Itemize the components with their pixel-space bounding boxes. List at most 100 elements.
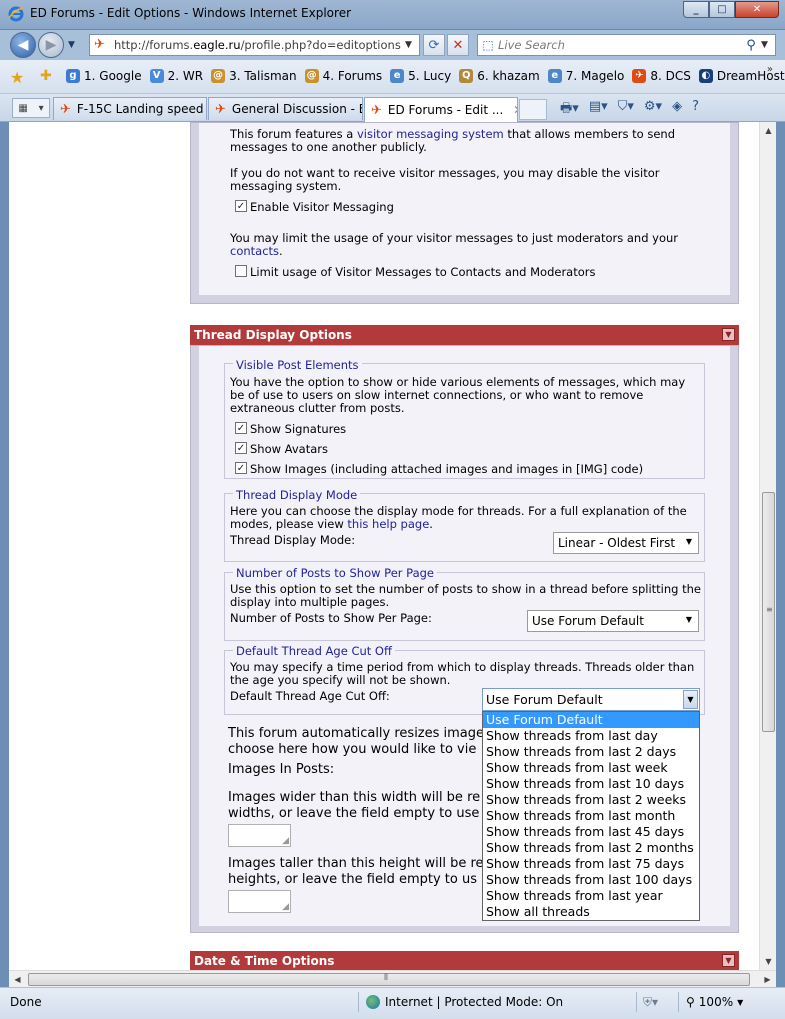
internet-explorer-icon: [8, 6, 24, 22]
search-box[interactable]: ⬚ Live Search ⚲ ▼: [477, 34, 776, 56]
favorite-label: 2. WR: [167, 69, 204, 83]
visible-post-elements-legend: Visible Post Elements: [233, 358, 362, 372]
thread-display-mode-select[interactable]: Linear - Oldest First ▼: [553, 532, 699, 554]
help-page-link[interactable]: this help page: [347, 517, 429, 531]
search-input[interactable]: Live Search: [498, 38, 741, 52]
forward-button[interactable]: ▶: [38, 32, 64, 58]
favorite-link[interactable]: ✈ 8. DCS: [632, 69, 691, 83]
favorite-link[interactable]: V 2. WR: [149, 69, 204, 83]
favorite-link[interactable]: @4. Forums: [304, 69, 382, 83]
thread-age-option[interactable]: Show threads from last 100 days: [483, 872, 699, 888]
thread-age-option[interactable]: Show threads from last month: [483, 808, 699, 824]
visitor-intro-text-2: messages to one another publicly.: [230, 140, 427, 154]
close-tab-icon[interactable]: ✕: [513, 103, 517, 117]
favorite-link[interactable]: Q 6. khazam: [459, 69, 540, 83]
image-height-text-1: Images taller than this height will be r…: [228, 856, 484, 871]
show-images-checkbox[interactable]: ✓: [235, 462, 247, 474]
favorites-bar: ★ ✚ g 1. Google V 2. WR @3. Talisman @4. Foru…: [0, 60, 785, 94]
favorite-link[interactable]: @3. Talisman: [211, 69, 297, 83]
research-icon[interactable]: ◈: [672, 99, 682, 121]
more-favorites-icon[interactable]: »: [767, 64, 773, 75]
thread-age-option[interactable]: Show threads from last 45 days: [483, 824, 699, 840]
vertical-scrollbar[interactable]: ▲ ≡ ▼: [759, 122, 776, 970]
scroll-down-icon[interactable]: ▼: [760, 953, 777, 970]
page-icon[interactable]: ▤▾: [589, 99, 608, 121]
favorite-link[interactable]: g 1. Google: [66, 69, 142, 83]
add-favorite-icon[interactable]: ✚: [40, 68, 52, 84]
vertical-scroll-thumb[interactable]: ≡: [762, 492, 775, 732]
maximize-button[interactable]: □: [709, 1, 735, 18]
thread-age-option[interactable]: Show threads from last 2 days: [483, 744, 699, 760]
show-avatars-checkbox[interactable]: ✓: [235, 442, 247, 454]
tab-general-discussion[interactable]: ✈ General Discussion - E...: [208, 97, 363, 120]
chevron-down-icon: ▼: [737, 997, 744, 1007]
favorites-center-icon[interactable]: ★: [10, 68, 24, 87]
favorite-link[interactable]: e 5. Lucy: [390, 69, 451, 83]
enable-visitor-messaging-label[interactable]: Enable Visitor Messaging: [250, 200, 394, 214]
favorite-label: 6. khazam: [477, 69, 540, 83]
scroll-right-icon[interactable]: ▶: [759, 971, 776, 988]
close-button[interactable]: ✕: [735, 1, 779, 18]
date-time-header: Date & Time Options ▼: [190, 951, 739, 970]
thread-age-option[interactable]: Show threads from last week: [483, 760, 699, 776]
collapse-icon[interactable]: ▼: [722, 328, 735, 341]
scroll-up-icon[interactable]: ▲: [760, 122, 777, 139]
favorite-label: 8. DCS: [650, 69, 691, 83]
thread-age-option[interactable]: Show threads from last 2 months: [483, 840, 699, 856]
show-signatures-label[interactable]: Show Signatures: [250, 422, 346, 436]
enable-visitor-messaging-checkbox[interactable]: ✓: [235, 200, 247, 212]
recent-pages-dropdown-icon[interactable]: ▼: [68, 40, 75, 50]
thread-age-option[interactable]: Show threads from last 10 days: [483, 776, 699, 792]
thread-age-options-list: Use Forum Default Show threads from last …: [482, 711, 700, 921]
talisman-icon: @: [211, 69, 226, 83]
chevron-down-icon: ▼: [685, 537, 692, 546]
zoom-control[interactable]: ⚲ 100% ▼: [686, 995, 743, 1009]
thread-age-option[interactable]: Show threads from last 75 days: [483, 856, 699, 872]
show-images-label[interactable]: Show Images (including attached images a…: [250, 462, 643, 476]
thread-age-option[interactable]: Use Forum Default: [483, 712, 699, 728]
address-url[interactable]: http://forums.eagle.ru/profile.php?do=ed…: [114, 38, 405, 52]
favorite-link[interactable]: e 7. Magelo: [547, 69, 624, 83]
contacts-link[interactable]: contacts: [230, 244, 279, 258]
show-avatars-label[interactable]: Show Avatars: [250, 442, 328, 456]
ie-page-icon: e: [547, 69, 562, 83]
tools-icon[interactable]: ⚙▾: [644, 99, 662, 121]
horizontal-scroll-thumb[interactable]: ⦀: [28, 973, 750, 986]
back-button[interactable]: ◀: [10, 32, 36, 58]
thread-age-option[interactable]: Show threads from last day: [483, 728, 699, 744]
show-signatures-checkbox[interactable]: ✓: [235, 422, 247, 434]
limit-visitor-messages-label[interactable]: Limit usage of Visitor Messages to Conta…: [250, 265, 596, 279]
image-width-input[interactable]: ◢: [228, 824, 291, 847]
collapse-icon[interactable]: ▼: [722, 954, 735, 967]
new-tab-button[interactable]: [519, 99, 547, 120]
minimize-button[interactable]: _: [683, 1, 709, 18]
scroll-left-icon[interactable]: ◀: [9, 971, 26, 988]
limit-visitor-messages-checkbox[interactable]: [235, 265, 247, 277]
help-icon[interactable]: ?: [692, 99, 699, 121]
tab-f15c[interactable]: ✈ F-15C Landing speed ...: [53, 97, 207, 120]
thread-age-select[interactable]: Use Forum Default ▼: [482, 688, 700, 711]
search-options-icon[interactable]: ▼: [761, 40, 775, 50]
print-icon[interactable]: 🖶▾: [560, 99, 579, 121]
thread-age-option[interactable]: Show threads from last 2 weeks: [483, 792, 699, 808]
horizontal-scrollbar[interactable]: ◀ ⦀ ▶: [9, 970, 776, 987]
protected-mode-icon[interactable]: ⛨▾: [643, 995, 658, 1010]
thread-age-option[interactable]: Show all threads: [483, 904, 699, 920]
address-dropdown-icon[interactable]: ▼: [405, 40, 419, 50]
refresh-button[interactable]: ⟳: [423, 34, 445, 56]
address-bar[interactable]: ✈ http://forums.eagle.ru/profile.php?do=…: [89, 34, 420, 56]
tab-ed-forums[interactable]: ✈ ED Forums - Edit ... ✕: [364, 97, 518, 122]
safety-icon[interactable]: ⛉▾: [618, 99, 634, 121]
chevron-down-icon[interactable]: ▼: [683, 690, 698, 709]
site-favicon-icon: ✈: [215, 101, 226, 117]
security-zone[interactable]: Internet | Protected Mode: On: [366, 995, 563, 1009]
thread-age-option[interactable]: Show threads from last year: [483, 888, 699, 904]
stop-button[interactable]: ✕: [447, 34, 469, 56]
search-icon[interactable]: ⚲: [741, 38, 761, 53]
quick-tabs-button[interactable]: ▦ ▾: [12, 98, 50, 118]
posts-per-page-select[interactable]: Use Forum Default ▼: [527, 610, 699, 632]
khazam-icon: Q: [459, 69, 474, 83]
visitor-disable-text-2: messaging system.: [230, 179, 342, 193]
image-height-input[interactable]: ◢: [228, 890, 291, 913]
visitor-messaging-link[interactable]: visitor messaging system: [357, 127, 504, 141]
